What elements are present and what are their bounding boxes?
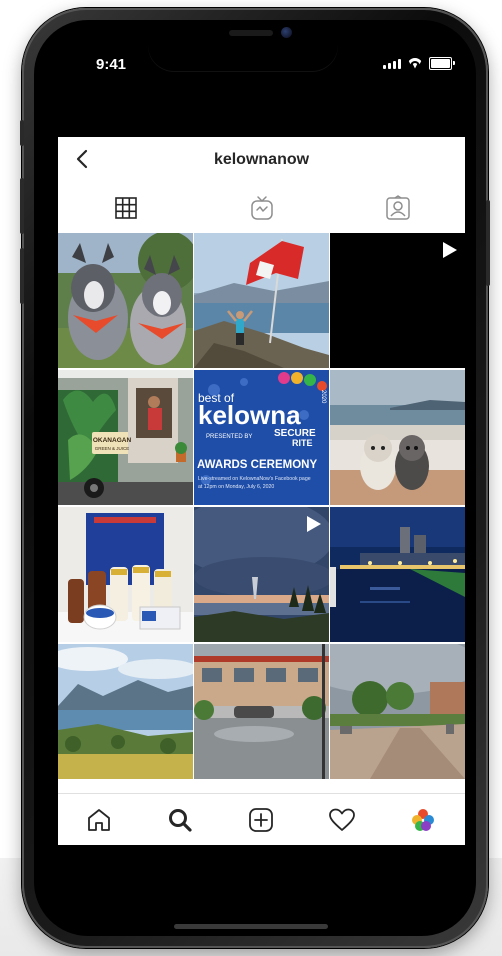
post-tile[interactable] (194, 233, 329, 368)
video-icon (443, 242, 457, 258)
front-camera (281, 27, 292, 38)
awards-line-4: Live-streamed on KelownaNow's Facebook p… (198, 476, 311, 482)
status-icons (383, 57, 455, 70)
nav-add-post[interactable] (220, 794, 301, 845)
post-tile-video[interactable] (330, 233, 465, 368)
tagged-icon (386, 195, 410, 220)
tab-tagged[interactable] (330, 185, 465, 231)
add-post-icon (248, 808, 273, 832)
profile-avatar-icon (411, 809, 434, 831)
post-tile[interactable] (330, 644, 465, 779)
awards-line-2: kelowna (198, 400, 301, 430)
nav-activity[interactable] (301, 794, 382, 845)
tab-igtv[interactable] (194, 185, 330, 231)
post-image-flooded-street (194, 644, 329, 779)
bottom-nav (58, 793, 465, 845)
post-image-food-truck: OKANAGAN GREEN & JUICE (58, 370, 193, 505)
post-image-awards: best of kelowna 2020 PRESENTED BY SECURE… (194, 370, 329, 505)
post-tile[interactable]: OKANAGAN GREEN & JUICE (58, 370, 193, 505)
post-tile[interactable]: best of kelowna 2020 PRESENTED BY SECURE… (194, 370, 329, 505)
nav-search[interactable] (139, 794, 220, 845)
post-image-promenade (330, 644, 465, 779)
home-icon (87, 809, 110, 831)
heart-icon (328, 808, 355, 831)
search-icon (168, 809, 192, 832)
awards-line-5: at 12pm on Monday, July 6, 2020 (198, 484, 274, 490)
sign-line-1: OKANAGAN (93, 437, 132, 444)
nav-profile[interactable] (382, 794, 463, 845)
wifi-icon (407, 58, 423, 70)
tab-grid[interactable] (58, 185, 194, 231)
earpiece-speaker (229, 30, 273, 36)
post-image-dairy (58, 507, 193, 642)
profile-tabs (58, 185, 465, 231)
post-image-flag (194, 233, 329, 368)
grid-icon (115, 197, 137, 219)
post-tile[interactable] (58, 507, 193, 642)
awards-line-3: AWARDS CEREMONY (197, 459, 317, 471)
post-tile-video[interactable] (194, 507, 329, 642)
post-image-lake-view (58, 644, 193, 779)
profile-header: kelownanow (58, 137, 465, 183)
nav-home[interactable] (58, 794, 139, 845)
volume-up-button (20, 178, 24, 234)
home-indicator (174, 924, 328, 929)
signal-icon (383, 58, 401, 69)
post-image-boat-dogs (330, 370, 465, 505)
video-icon (307, 516, 321, 532)
sign-line-2: GREEN & JUICE (95, 446, 130, 451)
post-tile[interactable] (58, 644, 193, 779)
awards-year: 2020 (320, 390, 326, 404)
profile-username: kelownanow (213, 151, 310, 168)
post-image-marina (330, 507, 465, 642)
awards-presented-by: PRESENTED BY (206, 434, 252, 440)
status-time: 9:41 (96, 56, 127, 73)
post-tile[interactable] (330, 507, 465, 642)
power-button (486, 200, 490, 286)
post-tile[interactable] (194, 644, 329, 779)
post-image-dogs (58, 233, 193, 368)
app-screen: kelownanow OKANAGAN GREEN & JUICE best o… (58, 137, 465, 845)
volume-down-button (20, 248, 24, 304)
post-tile[interactable] (58, 233, 193, 368)
igtv-icon (251, 196, 273, 220)
post-tile[interactable] (330, 370, 465, 505)
battery-icon (429, 57, 455, 70)
awards-sponsor-2: RITE (292, 438, 313, 448)
notch (148, 20, 338, 72)
post-grid: OKANAGAN GREEN & JUICE best of kelowna 2… (58, 233, 465, 779)
mute-switch (20, 120, 24, 146)
